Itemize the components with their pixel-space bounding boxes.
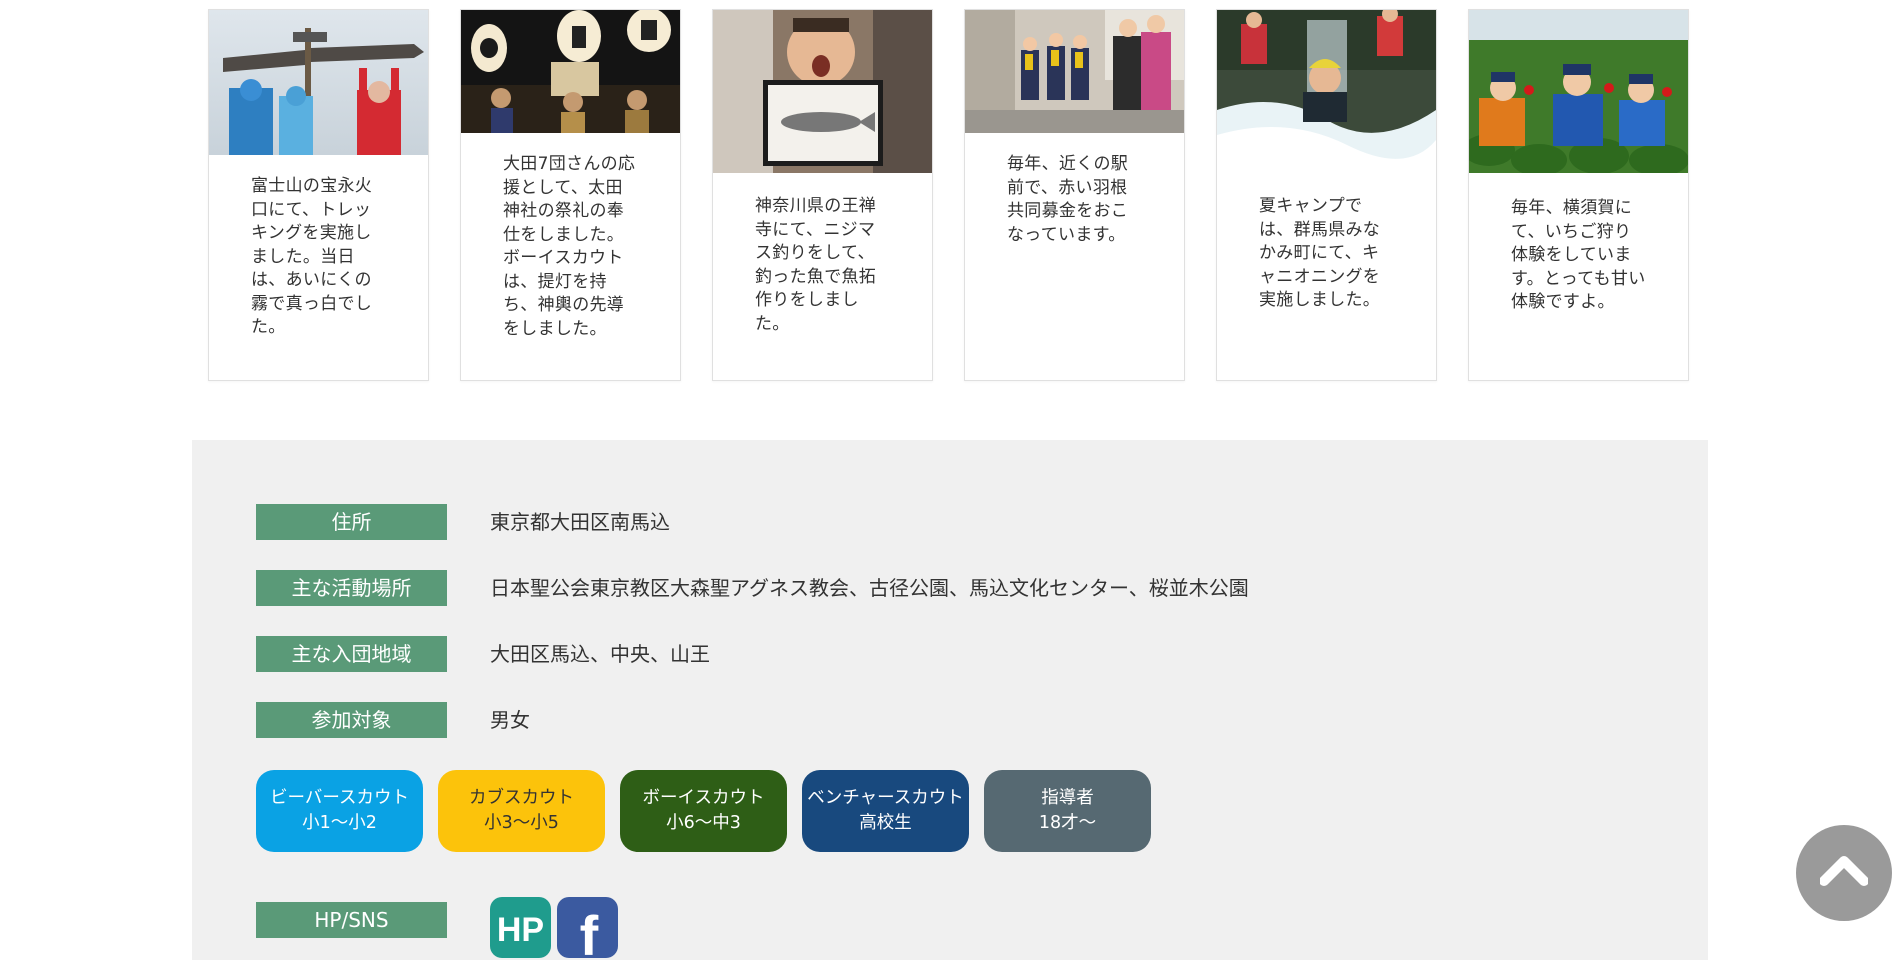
activity-photo-strawberry-picking: [1469, 10, 1688, 173]
activity-description: 夏キャンプでは、群馬県みなかみ町にて、キャニオニングを実施しました。: [1259, 196, 1381, 310]
activity-photo-canyoning: [1217, 10, 1436, 173]
info-row-sns: HP/SNS: [256, 902, 1556, 938]
activity-photo-fundraising: [965, 10, 1184, 133]
tier-name: カブスカウト: [469, 788, 574, 808]
info-row-address: 住所 東京都大田区南馬込: [256, 504, 1556, 540]
activity-card: 大田7団さんの応援として、太田神社の祭礼の奉仕をしました。ボーイスカウトは、提灯…: [460, 9, 681, 381]
activity-photo-fuji-trekking: [209, 10, 428, 155]
target-value: 男女: [490, 708, 530, 732]
address-label: 住所: [256, 504, 447, 540]
tier-name: ボーイスカウト: [642, 788, 765, 808]
activity-description: 神奈川県の王禅寺にて、ニジマス釣りをして、釣った魚で魚拓作りをしました。: [755, 196, 877, 334]
activity-card: 毎年、近くの駅前で、赤い羽根共同募金をおこなっています。: [964, 9, 1185, 381]
back-to-top-button[interactable]: [1796, 825, 1892, 921]
info-row-area: 主な入団地域 大田区馬込、中央、山王: [256, 636, 1556, 672]
area-value: 大田区馬込、中央、山王: [490, 642, 710, 666]
tier-name: ビーバースカウト: [270, 788, 409, 808]
tier-age: 高校生: [859, 813, 912, 833]
tier-badge-boy: ボーイスカウト 小6〜中3: [620, 770, 787, 852]
chevron-up-icon: [1820, 856, 1868, 886]
hp-icon[interactable]: HP: [490, 897, 551, 958]
tier-badge-beaver: ビーバースカウト 小1〜小2: [256, 770, 423, 852]
target-label: 参加対象: [256, 702, 447, 738]
info-row-target: 参加対象 男女: [256, 702, 1556, 738]
tier-badge-venture: ベンチャースカウト 高校生: [802, 770, 969, 852]
sns-label: HP/SNS: [256, 902, 447, 938]
activity-photo-festival: [461, 10, 680, 133]
places-value: 日本聖公会東京教区大森聖アグネス教会、古径公園、馬込文化センター、桜並木公園: [490, 576, 1249, 600]
tier-name: 指導者: [1041, 788, 1094, 808]
activity-description: 富士山の宝永火口にて、トレッキングを実施しました。当日は、あいにくの霧で真っ白で…: [251, 176, 373, 337]
facebook-icon-text: f: [580, 904, 599, 958]
activity-cards: 富士山の宝永火口にて、トレッキングを実施しました。当日は、あいにくの霧で真っ白で…: [0, 0, 1894, 392]
activity-card: 神奈川県の王禅寺にて、ニジマス釣りをして、釣った魚で魚拓作りをしました。: [712, 9, 933, 381]
facebook-icon[interactable]: f: [557, 897, 618, 962]
area-label: 主な入団地域: [256, 636, 447, 672]
activity-card: 毎年、横須賀にて、いちご狩り体験をしています。とっても甘い体験ですよ。: [1468, 9, 1689, 381]
tier-badge-cub: カブスカウト 小3〜小5: [438, 770, 605, 852]
tier-age: 小6〜中3: [666, 813, 741, 833]
activity-card: 富士山の宝永火口にて、トレッキングを実施しました。当日は、あいにくの霧で真っ白で…: [208, 9, 429, 381]
hp-icon-text: HP: [497, 911, 544, 949]
info-row-places: 主な活動場所 日本聖公会東京教区大森聖アグネス教会、古径公園、馬込文化センター、…: [256, 570, 1556, 606]
activity-description: 大田7団さんの応援として、太田神社の祭礼の奉仕をしました。ボーイスカウトは、提灯…: [503, 154, 636, 339]
group-info-panel: 住所 東京都大田区南馬込 主な活動場所 日本聖公会東京教区大森聖アグネス教会、古…: [192, 440, 1708, 962]
activity-description: 毎年、横須賀にて、いちご狩り体験をしています。とっても甘い体験ですよ。: [1511, 198, 1646, 312]
activity-photo-fish-print: [713, 10, 932, 173]
address-value: 東京都大田区南馬込: [490, 510, 670, 534]
tier-age: 18才〜: [1038, 813, 1097, 833]
activity-card: 夏キャンプでは、群馬県みなかみ町にて、キャニオニングを実施しました。: [1216, 9, 1437, 381]
activity-description: 毎年、近くの駅前で、赤い羽根共同募金をおこなっています。: [1007, 154, 1129, 245]
tier-age: 小1〜小2: [302, 813, 377, 833]
places-label: 主な活動場所: [256, 570, 447, 606]
tier-age: 小3〜小5: [484, 813, 559, 833]
tier-name: ベンチャースカウト: [807, 788, 964, 808]
tier-badge-leader: 指導者 18才〜: [984, 770, 1151, 852]
